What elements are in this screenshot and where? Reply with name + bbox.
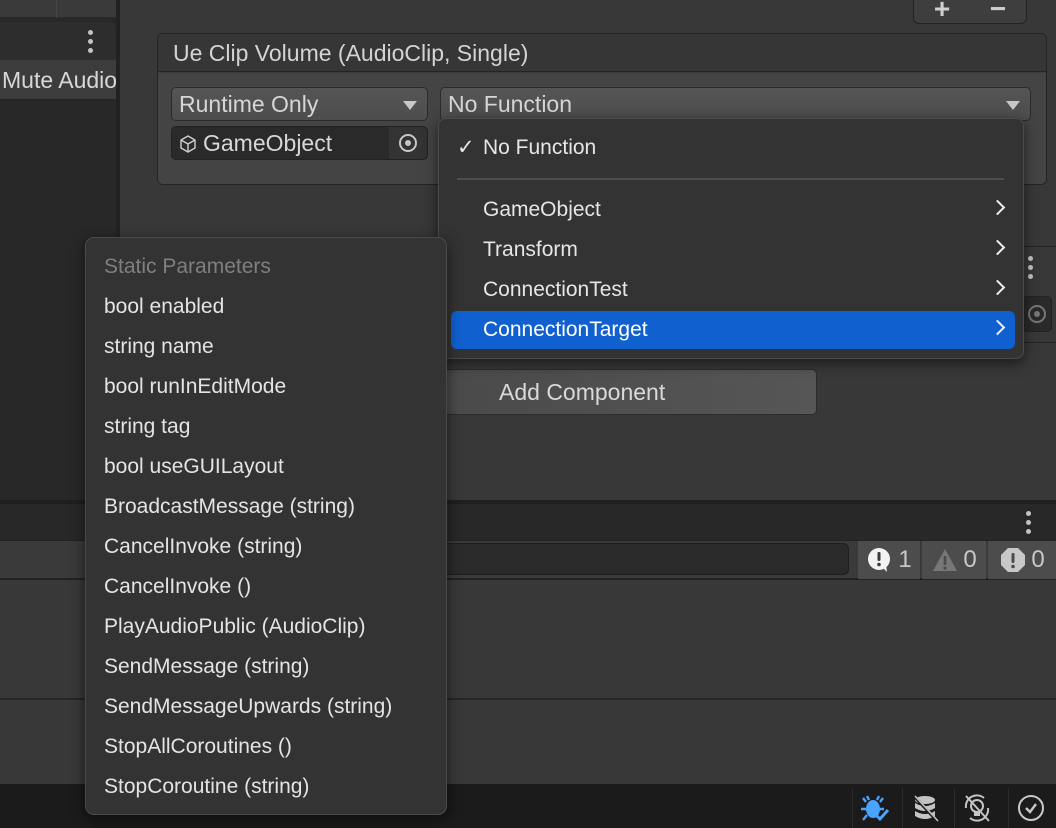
submenu-item[interactable]: bool enabled	[86, 287, 446, 327]
cube-icon	[180, 135, 196, 153]
object-picker-icon	[399, 134, 417, 152]
target-object-value: GameObject	[203, 130, 333, 156]
error-icon	[1001, 548, 1026, 572]
menu-separator	[457, 178, 1004, 180]
event-title: Ue Clip Volume (AudioClip, Single)	[158, 34, 1046, 72]
auto-generate-lighting-button[interactable]	[954, 788, 998, 828]
submenu-item[interactable]: string name	[86, 327, 446, 367]
submenu-item[interactable]: BroadcastMessage (string)	[86, 487, 446, 527]
submenu-item[interactable]: StopCoroutine (string)	[86, 767, 446, 807]
menu-item-transform[interactable]: Transform	[451, 231, 1015, 269]
add-list-item-button[interactable]: +	[934, 0, 950, 25]
left-panel-row[interactable]: Mute Audio	[0, 60, 116, 100]
call-state-dropdown[interactable]: Runtime Only	[171, 87, 428, 121]
submenu-item[interactable]: SendMessage (string)	[86, 647, 446, 687]
checkmark-icon: ✓	[457, 136, 475, 159]
object-picker-button[interactable]	[1022, 296, 1052, 332]
error-filter-toggle[interactable]: 0	[988, 541, 1056, 579]
submenu-item[interactable]: string tag	[86, 407, 446, 447]
target-object-field[interactable]: GameObject	[171, 126, 428, 160]
error-count: 0	[1031, 546, 1045, 573]
remove-list-item-button[interactable]: −	[990, 0, 1006, 25]
menu-item-no-function[interactable]: ✓ No Function	[451, 129, 1015, 167]
submenu-item[interactable]: StopAllCoroutines ()	[86, 727, 446, 767]
divider	[1022, 342, 1056, 343]
submenu-item[interactable]: bool useGUILayout	[86, 447, 446, 487]
divider	[1022, 246, 1056, 247]
submenu-section-header: Static Parameters	[104, 255, 271, 278]
check-circle-icon	[1017, 795, 1044, 821]
auto-gi-disabled-icon	[964, 794, 990, 822]
submenu-item[interactable]: CancelInvoke (string)	[86, 527, 446, 567]
add-component-button[interactable]: Add Component	[440, 369, 817, 415]
left-panel-menu-icon[interactable]	[80, 28, 100, 54]
menu-item-label: GameObject	[483, 198, 601, 221]
menu-item-connectiontarget[interactable]: ConnectionTarget	[451, 311, 1015, 349]
chevron-right-icon	[989, 199, 1006, 216]
cache-server-button[interactable]	[902, 788, 946, 828]
menu-item-label: No Function	[483, 136, 597, 159]
menu-item-gameobject[interactable]: GameObject	[451, 191, 1015, 229]
menu-item-label: Transform	[483, 238, 578, 261]
left-panel-toolbar	[0, 0, 118, 18]
menu-item-label: ConnectionTarget	[483, 318, 648, 341]
function-value: No Function	[448, 91, 573, 117]
submenu-item[interactable]: bool runInEditMode	[86, 367, 446, 407]
object-picker-button[interactable]	[389, 127, 427, 159]
warning-icon	[933, 549, 958, 571]
console-menu-icon[interactable]	[1018, 508, 1038, 536]
chevron-right-icon	[989, 319, 1006, 336]
connectiontarget-submenu: Static Parameters bool enabled string na…	[85, 237, 447, 815]
function-dropdown-menu: ✓ No Function GameObject Transform Conne…	[438, 118, 1024, 359]
function-dropdown[interactable]: No Function	[440, 87, 1031, 121]
status-check-button[interactable]	[1008, 788, 1052, 828]
object-picker-icon	[1028, 305, 1046, 323]
dropdown-arrow-icon	[1006, 101, 1020, 110]
log-count: 1	[898, 546, 912, 573]
debug-mode-icon	[860, 795, 889, 822]
cache-server-disabled-icon	[912, 794, 939, 823]
console-search-input[interactable]	[440, 543, 849, 575]
toolbar-separator	[56, 0, 57, 18]
chevron-right-icon	[989, 239, 1006, 256]
call-state-value: Runtime Only	[179, 91, 319, 117]
log-filter-toggle[interactable]: 1	[858, 541, 920, 579]
list-add-remove-group: + −	[913, 0, 1027, 24]
menu-item-label: ConnectionTest	[483, 278, 628, 301]
warning-filter-toggle[interactable]: 0	[922, 541, 986, 579]
debug-mode-button[interactable]	[852, 788, 896, 828]
dropdown-arrow-icon	[403, 101, 417, 110]
submenu-item[interactable]: CancelInvoke ()	[86, 567, 446, 607]
submenu-item[interactable]: SendMessageUpwards (string)	[86, 687, 446, 727]
menu-item-connectiontest[interactable]: ConnectionTest	[451, 271, 1015, 309]
warning-count: 0	[963, 546, 977, 573]
submenu-item[interactable]: PlayAudioPublic (AudioClip)	[86, 607, 446, 647]
left-panel-header	[0, 22, 116, 60]
chevron-right-icon	[989, 279, 1006, 296]
info-message-icon	[868, 548, 891, 572]
